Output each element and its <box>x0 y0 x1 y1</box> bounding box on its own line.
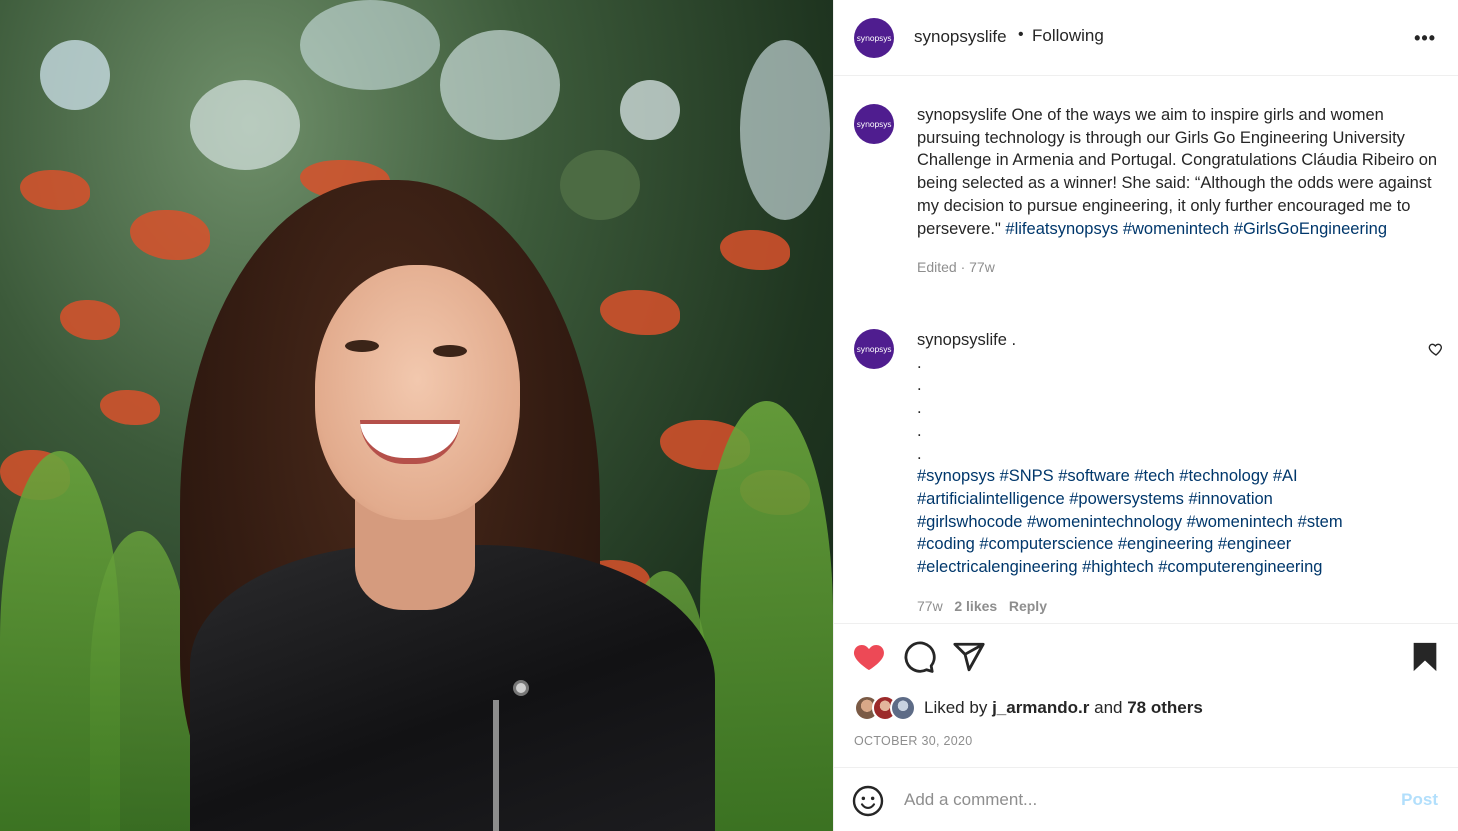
post-sidebar: synopsys synopsyslife • Following ••• sy… <box>833 0 1458 831</box>
subject-face <box>315 265 520 520</box>
hashtag-link[interactable]: #womenintech <box>1123 220 1229 238</box>
comment-dot-line: . <box>917 376 922 395</box>
reply-button[interactable]: Reply <box>1009 598 1047 614</box>
grass <box>90 531 190 831</box>
post-header: synopsys synopsyslife • Following ••• <box>834 0 1458 76</box>
author-username[interactable]: synopsyslife <box>914 27 1007 47</box>
flower <box>20 170 90 210</box>
action-bar: Liked by j_armando.r and 78 others OCTOB… <box>834 623 1458 767</box>
flower <box>130 210 210 260</box>
comment-text: . <box>1011 331 1017 349</box>
comment-dot-line: . <box>917 399 922 418</box>
hashtag-link[interactable]: #lifeatsynopsys <box>1005 220 1118 238</box>
jacket-button <box>513 680 529 696</box>
bokeh-light <box>620 80 680 140</box>
post-photo[interactable] <box>0 0 833 831</box>
caption-meta: Edited · 77w <box>917 259 995 276</box>
comment-dot-line: . <box>917 421 922 440</box>
comment-dot-line: . <box>917 353 922 372</box>
comment-heart-icon[interactable] <box>1428 341 1444 357</box>
hashtag-link[interactable]: #GirlsGoEngineering <box>1234 220 1387 238</box>
subject-eye <box>345 340 379 352</box>
caption-text: One of the ways we aim to inspire girls … <box>917 106 1438 238</box>
caption-body: synopsyslife One of the ways we aim to i… <box>917 104 1447 279</box>
liked-others-count[interactable]: 78 others <box>1127 698 1203 718</box>
caption-username[interactable]: synopsyslife <box>917 106 1007 124</box>
comment-time: 77w <box>917 597 943 614</box>
bokeh-leaf <box>560 150 640 220</box>
comment-likes-count[interactable]: 2 likes <box>954 598 997 614</box>
post-comment-button[interactable]: Post <box>1401 790 1438 810</box>
following-button[interactable]: Following <box>1032 26 1104 46</box>
author-avatar[interactable]: synopsys <box>854 18 894 58</box>
bokeh-light <box>190 80 300 170</box>
jacket-zipper <box>493 700 499 831</box>
bokeh-light <box>40 40 110 110</box>
emoji-icon[interactable] <box>852 785 884 817</box>
subject-eye <box>433 345 467 357</box>
more-dots-icon[interactable]: ••• <box>1414 28 1436 49</box>
post-date[interactable]: OCTOBER 30, 2020 <box>854 734 973 748</box>
liker-avatars[interactable] <box>854 695 916 721</box>
like-heart-icon[interactable] <box>852 640 886 674</box>
bookmark-saved-icon[interactable] <box>1408 640 1442 674</box>
comment-meta: 77w 2 likes Reply <box>917 595 1447 618</box>
share-send-icon[interactable] <box>952 640 986 674</box>
liked-and-label: and <box>1094 698 1123 717</box>
likes-summary: Liked by j_armando.r and 78 others <box>854 694 1203 722</box>
flower <box>100 390 160 425</box>
grass <box>700 401 833 831</box>
flower <box>720 230 790 270</box>
liker-avatar[interactable] <box>890 695 916 721</box>
comment-input[interactable] <box>904 788 1364 812</box>
comments-list[interactable]: synopsys synopsyslife One of the ways we… <box>834 76 1458 623</box>
flower <box>60 300 120 340</box>
author-avatar[interactable]: synopsys <box>854 104 894 144</box>
comment-bubble-icon[interactable] <box>902 640 936 674</box>
commenter-avatar[interactable]: synopsys <box>854 329 894 369</box>
bokeh-light <box>740 40 830 220</box>
header-separator: • <box>1018 26 1024 43</box>
bokeh-light <box>300 0 440 90</box>
bokeh-light <box>440 30 560 140</box>
comment-body: synopsyslife . . . . . . #synopsys #SNPS… <box>917 329 1447 617</box>
liked-by-label: Liked by <box>924 698 988 717</box>
post-view: synopsys synopsyslife • Following ••• sy… <box>0 0 1458 831</box>
comment-dot-line: . <box>917 444 922 463</box>
comment-hashtags[interactable]: #synopsys #SNPS #software #tech #technol… <box>917 465 1382 579</box>
add-comment-bar: Post <box>834 767 1458 831</box>
comment-username[interactable]: synopsyslife <box>917 331 1007 349</box>
liked-by-user[interactable]: j_armando.r <box>992 698 1089 718</box>
flower <box>600 290 680 335</box>
